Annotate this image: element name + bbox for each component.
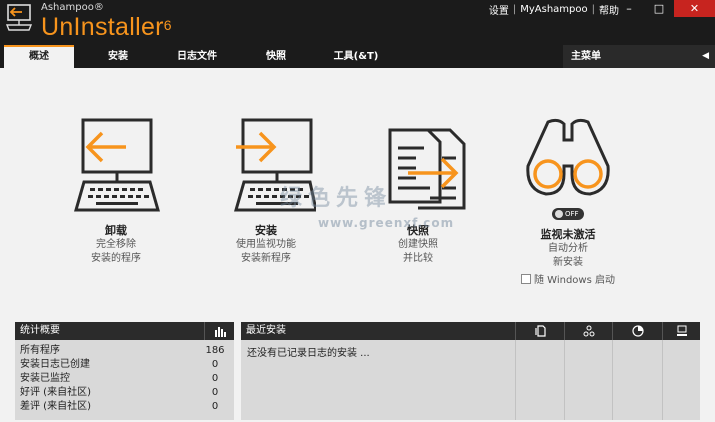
myashampoo-link[interactable]: MyAshampoo: [520, 4, 587, 15]
settings-link[interactable]: 设置: [489, 2, 509, 17]
toggle-label: OFF: [565, 210, 579, 218]
start-with-windows-checkbox[interactable]: [521, 273, 531, 284]
stat-label: 安装已监控: [20, 373, 70, 384]
start-with-windows-row: 随 Windows 启动: [498, 271, 638, 286]
stat-row: 差评 (来自社区) 0: [20, 400, 229, 414]
computer-icon[interactable]: [662, 322, 700, 340]
recent-title: 最近安装: [246, 325, 286, 336]
tab-overview[interactable]: 概述: [4, 45, 74, 68]
column-divider: [612, 340, 613, 420]
column-divider: [662, 340, 663, 420]
stat-label: 所有程序: [20, 345, 60, 356]
brand-version: 6: [163, 17, 172, 33]
feature-line: 安装新程序: [241, 253, 291, 264]
bar-chart-icon: [204, 322, 234, 340]
column-divider: [515, 340, 516, 420]
feature-title: 卸载: [105, 224, 127, 237]
maximize-button[interactable]: □: [644, 0, 674, 17]
stat-value: 0: [211, 373, 219, 384]
feature-line: 创建快照: [398, 239, 438, 250]
stats-title: 统计概要: [20, 325, 60, 336]
stats-panel: 统计概要 所有程序 186 安装日志已创建 0 安装已监控 0 好评 (来自社区) 0 …: [15, 322, 234, 420]
start-with-windows-label[interactable]: 随 Windows 启动: [534, 271, 615, 286]
recent-header: 最近安装: [241, 322, 700, 340]
separator: |: [591, 4, 595, 15]
network-icon[interactable]: [564, 322, 612, 340]
feature-line: 使用监视功能: [236, 239, 296, 250]
pie-chart-icon[interactable]: [612, 322, 662, 340]
monitor-arrow-left-icon: [74, 118, 160, 212]
close-button[interactable]: ✕: [674, 0, 715, 17]
feature-uninstall[interactable]: 卸载 完全移除 安装的程序: [46, 110, 186, 266]
stat-label: 差评 (来自社区): [20, 401, 91, 412]
separator: |: [512, 4, 517, 15]
app-logo-icon: [5, 4, 33, 31]
stats-header: 统计概要: [15, 322, 234, 340]
stat-value: 0: [211, 359, 219, 370]
minimize-button[interactable]: –: [614, 0, 644, 17]
monitor-toggle[interactable]: OFF: [552, 208, 584, 220]
feature-line: 并比较: [403, 253, 433, 264]
feature-title: 监视未激活: [540, 228, 596, 241]
stat-row: 所有程序 186: [20, 344, 229, 358]
recent-installs-panel: 最近安装 还没有已记录日志的安装 ...: [241, 322, 700, 420]
watermark-text: 绿色先锋: [280, 186, 393, 211]
feature-line: 新安装: [553, 257, 583, 268]
feature-line: 自动分析: [548, 243, 588, 254]
brand: Ashampoo® UnInstaller6: [41, 2, 172, 40]
main-menu-label: 主菜单: [571, 51, 601, 62]
binoculars-icon: [526, 118, 610, 196]
recent-empty-message: 还没有已记录日志的安装 ...: [247, 348, 370, 359]
stat-row: 安装已监控 0: [20, 372, 229, 386]
chevron-left-icon: ◀: [702, 51, 709, 61]
stat-row: 好评 (来自社区) 0: [20, 386, 229, 400]
window-controls: – □ ✕: [614, 0, 715, 17]
watermark-url: www.greenxf.com: [318, 216, 455, 230]
stat-label: 安装日志已创建: [20, 359, 90, 370]
top-links: 设置 | MyAshampoo | 帮助: [489, 2, 619, 17]
feature-line: 完全移除: [96, 239, 136, 250]
tab-logfiles[interactable]: 日志文件: [160, 45, 234, 68]
document-icon[interactable]: [515, 322, 564, 340]
monitor-toggle-row: OFF: [498, 208, 638, 220]
stat-value: 186: [205, 345, 225, 356]
main-menu-button[interactable]: 主菜单 ◀: [563, 45, 715, 68]
tab-tools[interactable]: 工具(&T): [320, 45, 392, 68]
brand-name: UnInstaller6: [41, 14, 172, 40]
tab-install[interactable]: 安装: [86, 45, 150, 68]
title-bar: Ashampoo® UnInstaller6 设置 | MyAshampoo |…: [0, 0, 715, 45]
stat-label: 好评 (来自社区): [20, 387, 91, 398]
tab-snapshot[interactable]: 快照: [246, 45, 306, 68]
toggle-knob: [555, 210, 563, 218]
feature-title: 安装: [255, 224, 277, 237]
column-divider: [564, 340, 565, 420]
stat-value: 0: [211, 401, 219, 412]
stat-row: 安装日志已创建 0: [20, 358, 229, 372]
stats-list: 所有程序 186 安装日志已创建 0 安装已监控 0 好评 (来自社区) 0 差评 (来…: [15, 340, 234, 418]
feature-line: 安装的程序: [91, 253, 141, 264]
feature-monitor[interactable]: OFF 监视未激活 自动分析 新安装 随 Windows 启动: [498, 110, 638, 286]
brand-product: UnInstaller: [41, 13, 164, 41]
tab-bar: 概述 安装 日志文件 快照 工具(&T) 主菜单 ◀: [0, 45, 715, 68]
stat-value: 0: [211, 387, 219, 398]
